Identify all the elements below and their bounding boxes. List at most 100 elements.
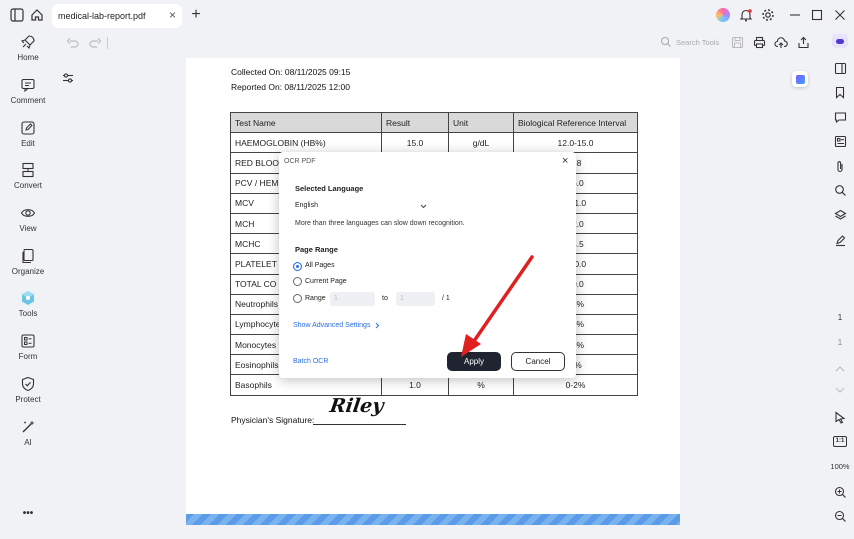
range-from-input[interactable]: 1 xyxy=(330,292,375,306)
sidebar-item-comment[interactable]: Comment xyxy=(0,77,56,117)
search-icon xyxy=(660,36,671,47)
sidebar-item-label: AI xyxy=(24,438,32,447)
avatar[interactable] xyxy=(714,6,732,24)
sidebar-item-protect[interactable]: Protect xyxy=(0,376,56,416)
table-header-row: Test Name Result Unit Biological Referen… xyxy=(230,111,638,134)
column-header: Result xyxy=(381,111,449,134)
bell-icon[interactable] xyxy=(737,6,755,24)
redo-icon[interactable] xyxy=(88,36,102,55)
print-icon[interactable] xyxy=(753,36,766,54)
all-pages-label: All Pages xyxy=(305,262,335,269)
filter-settings-icon[interactable] xyxy=(61,71,75,90)
signature-pen-icon[interactable] xyxy=(832,232,848,248)
zoom-out-icon[interactable] xyxy=(832,508,848,524)
advanced-settings-link[interactable]: Show Advanced Settings xyxy=(293,322,380,329)
search-panel-icon[interactable] xyxy=(832,182,848,198)
right-sidebar: 1 1 1:1 100% xyxy=(826,30,854,539)
chevron-down-icon xyxy=(420,204,427,209)
ai-chat-icon[interactable] xyxy=(832,34,848,48)
shield-icon xyxy=(21,376,35,392)
close-tab-icon[interactable]: × xyxy=(169,8,176,22)
upload-cloud-icon[interactable] xyxy=(774,36,788,54)
edit-icon xyxy=(21,121,35,135)
chevron-up-icon[interactable] xyxy=(832,360,848,376)
sidebar-item-tools[interactable]: Tools xyxy=(0,290,56,330)
zoom-in-icon[interactable] xyxy=(832,484,848,500)
chevron-down-icon[interactable] xyxy=(832,382,848,398)
save-icon[interactable] xyxy=(731,36,744,54)
sidebar-item-ai[interactable]: AI xyxy=(0,419,56,459)
sidebar-item-convert[interactable]: Convert xyxy=(0,162,56,202)
sidebar-item-home[interactable]: Home xyxy=(0,34,56,74)
advanced-settings-label: Show Advanced Settings xyxy=(293,322,371,329)
minimize-icon[interactable] xyxy=(786,6,804,24)
range-radio[interactable] xyxy=(293,294,302,303)
comment-panel-icon[interactable] xyxy=(832,109,848,125)
table-cell: HAEMOGLOBIN (HB%) xyxy=(230,132,382,154)
sidebar-item-form[interactable]: Form xyxy=(0,333,56,373)
cancel-button[interactable]: Cancel xyxy=(511,352,565,371)
sidebar-toggle-icon[interactable] xyxy=(8,6,26,24)
batch-ocr-link[interactable]: Batch OCR xyxy=(293,358,328,365)
more-icon[interactable]: ••• xyxy=(0,508,56,519)
eye-icon xyxy=(20,209,36,217)
range-total: / 1 xyxy=(442,295,450,302)
current-page-radio[interactable] xyxy=(293,277,302,286)
page-current[interactable]: 1 xyxy=(826,313,854,322)
sidebar-item-label: Comment xyxy=(10,96,46,105)
sidebar-item-view[interactable]: View xyxy=(0,205,56,245)
select-cursor-icon[interactable] xyxy=(832,409,848,425)
range-to-value: 1 xyxy=(400,295,404,302)
ai-assistant-icon[interactable] xyxy=(792,71,808,87)
home-icon[interactable] xyxy=(28,6,46,24)
apply-button[interactable]: Apply xyxy=(447,352,501,371)
signature: Riley xyxy=(328,395,385,417)
language-label: Selected Language xyxy=(295,184,364,193)
ai-icon xyxy=(22,420,35,433)
tools-icon xyxy=(22,291,34,305)
column-header: Unit xyxy=(448,111,514,134)
gear-icon[interactable] xyxy=(759,6,777,24)
dialog-title: OCR PDF xyxy=(284,158,316,165)
attachment-icon[interactable] xyxy=(832,158,848,174)
bookmark-icon[interactable] xyxy=(832,84,848,100)
document-tab[interactable]: medical-lab-report.pdf × xyxy=(52,4,182,28)
form-field-icon[interactable] xyxy=(832,133,848,149)
title-bar: medical-lab-report.pdf × + xyxy=(0,0,854,30)
close-window-icon[interactable] xyxy=(831,6,849,24)
zoom-level[interactable]: 100% xyxy=(826,462,854,471)
sidebar-item-organize[interactable]: Organize xyxy=(0,248,56,288)
layers-icon[interactable] xyxy=(832,207,848,223)
chevron-right-icon xyxy=(376,322,380,329)
tab-label: medical-lab-report.pdf xyxy=(58,11,146,21)
sidebar-item-edit[interactable]: Edit xyxy=(0,120,56,160)
page-range-label: Page Range xyxy=(295,245,338,254)
sidebar-item-label: Convert xyxy=(13,181,42,190)
table-cell: 12.0-15.0 xyxy=(513,132,638,154)
new-tab-icon[interactable]: + xyxy=(187,6,205,24)
column-header: Biological Reference Interval xyxy=(513,111,638,134)
table-cell: 15.0 xyxy=(381,132,449,154)
signature-label: Physician's Signature: xyxy=(231,415,315,425)
undo-icon[interactable] xyxy=(66,36,80,55)
toolbar: Search Tools xyxy=(56,30,826,56)
table-cell: g/dL xyxy=(448,132,514,154)
rocket-icon xyxy=(20,35,35,50)
signature-line xyxy=(313,424,406,425)
left-sidebar: Home Comment Edit Convert View Organize … xyxy=(0,30,56,539)
maximize-icon[interactable] xyxy=(808,6,826,24)
all-pages-radio[interactable] xyxy=(293,262,302,271)
sidebar-item-label: Tools xyxy=(18,309,38,318)
sidebar-item-label: Protect xyxy=(15,395,41,404)
collected-on-text: Collected On: 08/11/2025 09:15 xyxy=(231,67,351,77)
panel-icon[interactable] xyxy=(832,60,848,76)
toolbar-divider xyxy=(107,37,108,49)
range-to-input[interactable]: 1 xyxy=(396,292,435,306)
language-select[interactable]: English xyxy=(292,199,431,214)
actual-size-icon[interactable]: 1:1 xyxy=(832,433,848,449)
convert-icon xyxy=(22,162,34,178)
share-icon[interactable] xyxy=(797,36,810,54)
search-input[interactable]: Search Tools xyxy=(676,38,719,47)
search-tools[interactable]: Search Tools xyxy=(660,36,719,48)
close-icon[interactable]: × xyxy=(562,155,568,167)
